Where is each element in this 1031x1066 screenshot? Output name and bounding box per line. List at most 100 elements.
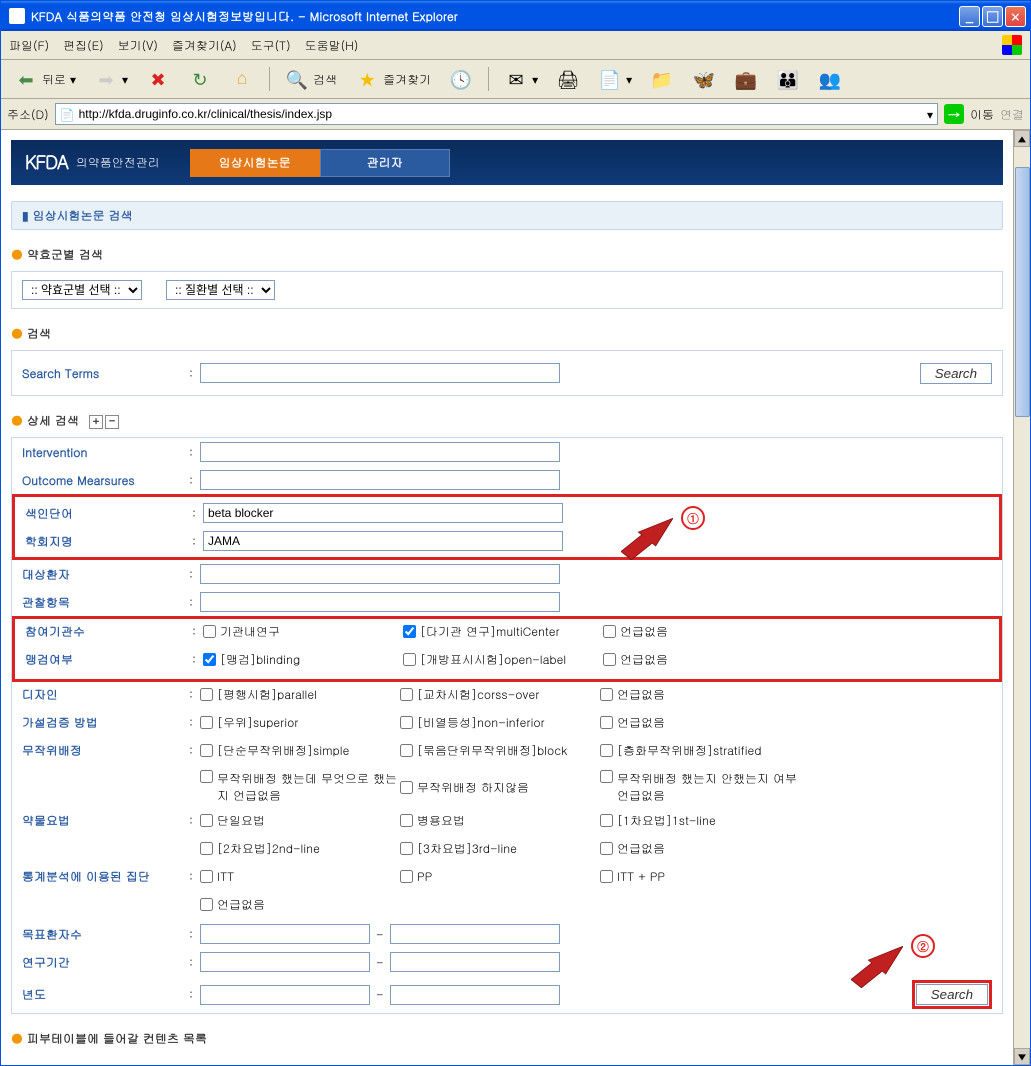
check-stat-ittpp[interactable]: ITT + PP xyxy=(600,868,800,885)
tool-button-1[interactable]: 📁 xyxy=(643,64,681,94)
target-from-input[interactable] xyxy=(200,924,370,944)
back-button[interactable]: ⬅ 뒤로 ▾ xyxy=(7,64,83,94)
scrollbar-vertical[interactable]: ▲ ▼ xyxy=(1013,130,1030,1065)
tool-button-5[interactable]: 👥 xyxy=(811,64,849,94)
close-button[interactable]: × xyxy=(1005,6,1026,27)
check-stat-none[interactable]: 언급없음 xyxy=(200,896,400,913)
highlight-box-3: Search xyxy=(912,980,992,1009)
arrow-annotation-1 xyxy=(621,518,673,560)
home-button[interactable]: ⌂ xyxy=(223,64,261,94)
menu-file[interactable]: 파일(F) xyxy=(9,37,49,54)
check-drug-second[interactable]: [2차요법]2nd-line xyxy=(200,840,400,857)
disease-select[interactable]: :: 질환별 선택 :: xyxy=(166,280,275,300)
favorites-button[interactable]: ★ 즐겨찾기 xyxy=(348,64,438,94)
search-terms-input[interactable] xyxy=(200,363,560,383)
expand-button[interactable]: + xyxy=(89,415,103,429)
tab-admin[interactable]: 관리자 xyxy=(320,149,450,177)
search-button[interactable]: 🔍 검색 xyxy=(278,64,344,94)
check-blind-open[interactable]: [개방표시시험]open-label xyxy=(403,651,603,668)
check-drug-third[interactable]: [3차요법]3rd-line xyxy=(400,840,600,857)
scroll-up-icon[interactable]: ▲ xyxy=(1014,130,1030,147)
kfda-logo: KFDA xyxy=(25,150,68,175)
print-button[interactable]: 🖨 xyxy=(549,64,587,94)
outcome-input[interactable] xyxy=(200,470,560,490)
period-from-input[interactable] xyxy=(200,952,370,972)
check-rand-simple[interactable]: [단순무작위배정]simple xyxy=(200,742,400,759)
check-blind-none[interactable]: 언급없음 xyxy=(603,651,803,668)
year-to-input[interactable] xyxy=(390,985,560,1005)
check-rand-unknown[interactable]: 무작위배정 했는지 안했는지 여부 언급없음 xyxy=(600,770,800,804)
menu-help[interactable]: 도움말(H) xyxy=(305,37,359,54)
check-rand-block[interactable]: [묶음단위무작위배정]block xyxy=(400,742,600,759)
refresh-button[interactable]: ↻ xyxy=(181,64,219,94)
minimize-button[interactable]: _ xyxy=(959,6,980,27)
check-design-none[interactable]: 언급없음 xyxy=(600,686,800,703)
collapse-button[interactable]: - xyxy=(105,415,119,429)
check-inst-none[interactable]: 언급없음 xyxy=(603,623,803,640)
period-to-input[interactable] xyxy=(390,952,560,972)
label-index-word: 색인단어 xyxy=(25,505,185,522)
tool-button-3[interactable]: 💼 xyxy=(727,64,765,94)
search-icon: 🔍 xyxy=(285,67,309,91)
search-button-bottom[interactable]: Search xyxy=(916,984,988,1005)
drug-group-select[interactable]: :: 약효군별 선택 :: xyxy=(22,280,142,300)
check-design-parallel[interactable]: [평행시험]parallel xyxy=(200,686,400,703)
index-word-input[interactable] xyxy=(203,503,563,523)
check-rand-what[interactable]: 무작위배정 했는데 무엇으로 했는지 언급없음 xyxy=(200,770,400,804)
history-button[interactable]: 🕓 xyxy=(442,64,480,94)
journal-input[interactable] xyxy=(203,531,563,551)
maximize-button[interactable]: □ xyxy=(982,6,1003,27)
year-from-input[interactable] xyxy=(200,985,370,1005)
menu-favorites[interactable]: 즐겨찾기(A) xyxy=(172,37,237,54)
check-drug-none[interactable]: 언급없음 xyxy=(600,840,800,857)
label-subject: 대상환자 xyxy=(22,566,182,583)
scroll-down-icon[interactable]: ▼ xyxy=(1014,1048,1030,1065)
check-rand-strat[interactable]: [층화무작위배정]stratified xyxy=(600,742,800,759)
range-sep: - xyxy=(370,986,390,1003)
check-rand-notdone[interactable]: 무작위배정 하지않음 xyxy=(400,770,600,804)
menu-edit[interactable]: 편집(E) xyxy=(63,37,104,54)
target-to-input[interactable] xyxy=(390,924,560,944)
annotation-number-2: ② xyxy=(911,934,935,958)
check-stat-itt[interactable]: ITT xyxy=(200,868,400,885)
edit-button[interactable]: 📄 ▾ xyxy=(591,64,639,94)
print-icon: 🖨 xyxy=(556,67,580,91)
label-year: 년도 xyxy=(22,986,182,1003)
links-label[interactable]: 연결 xyxy=(1000,106,1024,123)
dropdown-icon: ▾ xyxy=(122,71,128,88)
menu-view[interactable]: 보기(V) xyxy=(118,37,158,54)
check-drug-first[interactable]: [1차요법]1st-line xyxy=(600,812,800,829)
search-button-top[interactable]: Search xyxy=(920,363,992,384)
tool-button-2[interactable]: 🦋 xyxy=(685,64,723,94)
scroll-thumb[interactable] xyxy=(1015,167,1030,417)
menu-tools[interactable]: 도구(T) xyxy=(251,37,291,54)
check-blind-blinding[interactable]: [맹검]blinding xyxy=(203,651,403,668)
check-hyp-superior[interactable]: [우위]superior xyxy=(200,714,400,731)
address-input[interactable] xyxy=(79,107,923,121)
mail-button[interactable]: ✉ ▾ xyxy=(497,64,545,94)
tool-button-4[interactable]: 👪 xyxy=(769,64,807,94)
forward-button[interactable]: ➡ ▾ xyxy=(87,64,135,94)
stop-button[interactable]: ✖ xyxy=(139,64,177,94)
label-design: 디자인 xyxy=(22,686,182,703)
dropdown-icon[interactable]: ▾ xyxy=(927,106,933,123)
check-hyp-noninf[interactable]: [비열등성]non-inferior xyxy=(400,714,600,731)
check-drug-single[interactable]: 단일요법 xyxy=(200,812,400,829)
check-drug-combo[interactable]: 병용요법 xyxy=(400,812,600,829)
toolbar: ⬅ 뒤로 ▾ ➡ ▾ ✖ ↻ ⌂ 🔍 검색 ★ 즐겨찾기 🕓 xyxy=(1,60,1030,99)
subtitle-detail-label: 상세 검색 xyxy=(27,412,79,429)
go-button[interactable]: → xyxy=(944,104,964,124)
check-inst-multi[interactable]: [다기관 연구]multiCenter xyxy=(403,623,603,640)
subject-input[interactable] xyxy=(200,564,560,584)
intervention-input[interactable] xyxy=(200,442,560,462)
dropdown-icon: ▾ xyxy=(626,71,632,88)
label-blind: 맹검여부 xyxy=(25,651,185,668)
label-search-terms: Search Terms xyxy=(22,365,182,382)
check-design-cross[interactable]: [교차시험]corss-over xyxy=(400,686,600,703)
check-hyp-none[interactable]: 언급없음 xyxy=(600,714,800,731)
obs-input[interactable] xyxy=(200,592,560,612)
tab-thesis[interactable]: 임상시험논문 xyxy=(190,149,320,177)
subtitle-detail: 상세 검색 + - xyxy=(11,412,1003,429)
check-inst-internal[interactable]: 기관내연구 xyxy=(203,623,403,640)
check-stat-pp[interactable]: PP xyxy=(400,868,600,885)
